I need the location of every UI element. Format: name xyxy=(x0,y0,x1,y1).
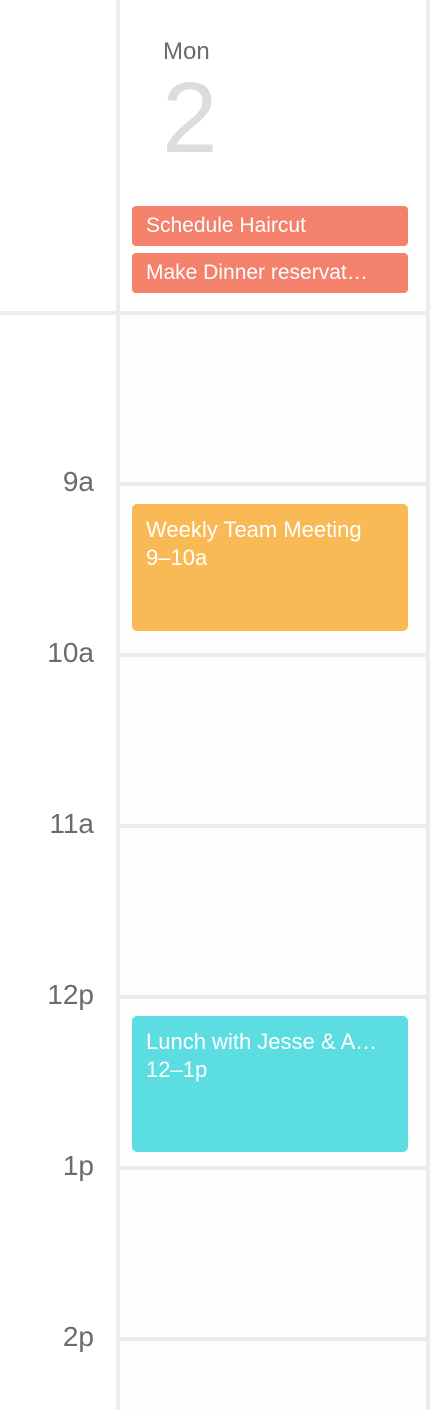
day-date[interactable]: 2 xyxy=(162,66,218,171)
event-lunch[interactable]: Lunch with Jesse & A… 12–1p xyxy=(132,1016,408,1152)
event-title: Lunch with Jesse & A… xyxy=(146,1029,378,1054)
day-column-right-divider xyxy=(426,0,430,1410)
event-weekly-team-meeting[interactable]: Weekly Team Meeting 9–10a xyxy=(132,504,408,631)
hour-label-2p: 2p xyxy=(62,1321,94,1352)
event-time: 12–1p xyxy=(146,1057,208,1082)
hour-label-11a: 11a xyxy=(49,808,94,839)
hour-label-9a: 9a xyxy=(62,466,94,497)
hour-label-10a: 10a xyxy=(47,637,94,668)
hour-gridline xyxy=(120,653,426,657)
hour-label-1p: 1p xyxy=(62,1150,94,1181)
day-time-grid[interactable] xyxy=(120,315,426,1410)
hour-gridline xyxy=(120,1337,426,1341)
hour-label-12p: 12p xyxy=(47,979,94,1010)
day-header: Mon 2 Schedule Haircut Make Dinner reser… xyxy=(120,0,426,312)
all-day-event[interactable]: Make Dinner reservat… xyxy=(132,253,408,293)
hour-gridline xyxy=(120,995,426,999)
all-day-event-title: Make Dinner reservat… xyxy=(146,261,368,284)
event-title: Weekly Team Meeting xyxy=(146,517,362,542)
all-day-event[interactable]: Schedule Haircut xyxy=(132,206,408,246)
hour-gridline xyxy=(120,482,426,486)
all-day-event-title: Schedule Haircut xyxy=(146,214,306,237)
event-time: 9–10a xyxy=(146,545,208,570)
hour-gridline xyxy=(120,824,426,828)
hour-gridline xyxy=(120,1166,426,1170)
